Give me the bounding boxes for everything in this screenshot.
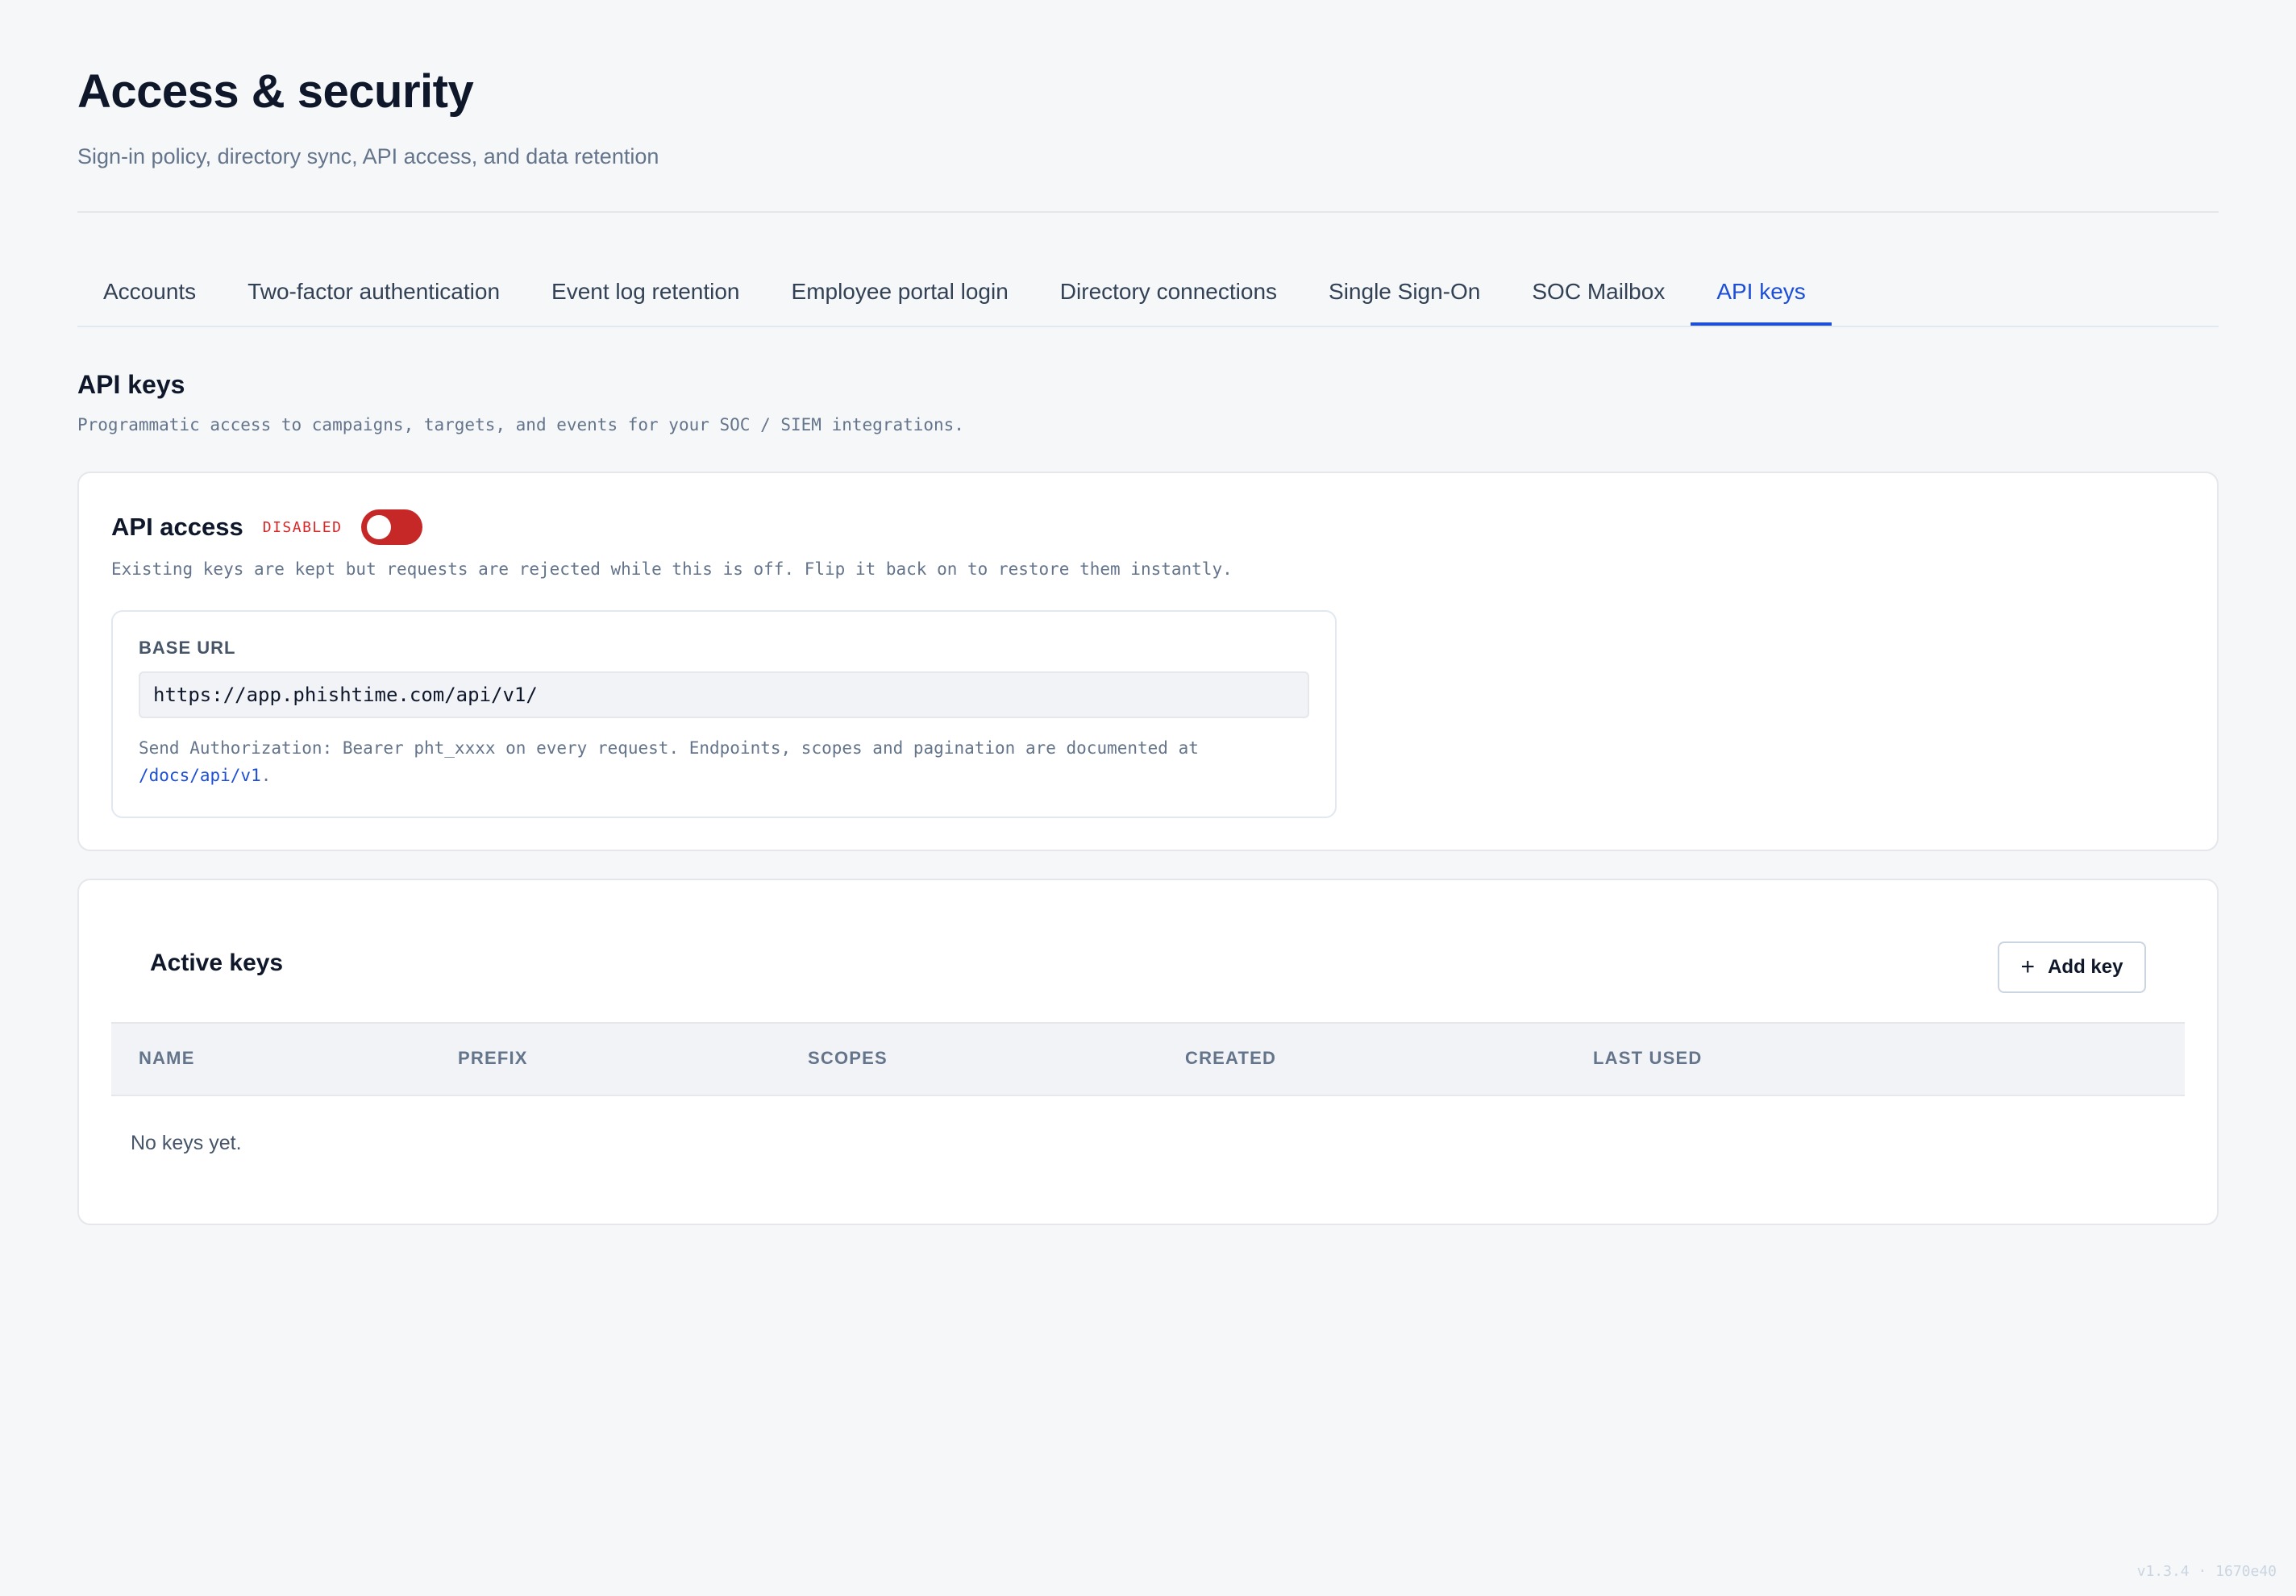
base-url-panel: BASE URL https://app.phishtime.com/api/v… — [111, 610, 1337, 818]
docs-link[interactable]: /docs/api/v1 — [139, 766, 261, 785]
add-key-button[interactable]: + Add key — [1998, 941, 2146, 993]
base-url-field[interactable]: https://app.phishtime.com/api/v1/ — [139, 671, 1309, 718]
column-header-created: CREATED — [1185, 1048, 1277, 1068]
page-title: Access & security — [77, 65, 474, 118]
active-keys-title: Active keys — [150, 950, 284, 976]
column-header-name: NAME — [139, 1048, 195, 1068]
api-access-label: API access — [111, 513, 243, 541]
section-description: Programmatic access to campaigns, target… — [77, 415, 964, 434]
status-badge: DISABLED — [262, 518, 343, 536]
version-label: v1.3.4 · 1670e40 — [2136, 1563, 2277, 1580]
api-access-toggle[interactable] — [361, 509, 423, 545]
tab-single-sign-on[interactable]: Single Sign-On — [1303, 266, 1506, 326]
toggle-knob — [367, 515, 392, 539]
column-header-last-used: LAST USED — [1593, 1048, 1703, 1068]
plus-icon: + — [2020, 954, 2036, 980]
tab-directory-connections[interactable]: Directory connections — [1034, 266, 1303, 326]
tab-employee-portal-login[interactable]: Employee portal login — [766, 266, 1034, 326]
tab-two-factor-authentication[interactable]: Two-factor authentication — [222, 266, 526, 326]
column-header-scopes: SCOPES — [808, 1048, 888, 1068]
tab-event-log-retention[interactable]: Event log retention — [526, 266, 766, 326]
auth-note-text: Send Authorization: Bearer pht_xxxx on e… — [139, 738, 1199, 758]
base-url-note: Send Authorization: Bearer pht_xxxx on e… — [139, 734, 1316, 789]
tab-soc-mailbox[interactable]: SOC Mailbox — [1506, 266, 1691, 326]
api-access-card: API access DISABLED Existing keys are ke… — [77, 472, 2219, 851]
empty-state: No keys yet. — [131, 1132, 242, 1154]
column-header-prefix: PREFIX — [458, 1048, 528, 1068]
api-access-description: Existing keys are kept but requests are … — [111, 559, 1233, 579]
tab-accounts[interactable]: Accounts — [77, 266, 222, 326]
auth-note-suffix: . — [260, 766, 272, 785]
add-key-label: Add key — [2048, 956, 2123, 978]
section-title: API keys — [77, 370, 185, 399]
tab-api-keys[interactable]: API keys — [1691, 266, 1832, 326]
base-url-label: BASE URL — [139, 638, 236, 658]
page-subtitle: Sign-in policy, directory sync, API acce… — [77, 144, 659, 168]
api-access-header: API access DISABLED — [111, 509, 423, 546]
settings-tabs: Accounts Two-factor authentication Event… — [77, 266, 2219, 327]
keys-table-header: NAME PREFIX SCOPES CREATED LAST USED — [111, 1022, 2185, 1096]
active-keys-card: Active keys + Add key NAME PREFIX SCOPES… — [77, 879, 2219, 1225]
header-divider — [77, 211, 2219, 213]
